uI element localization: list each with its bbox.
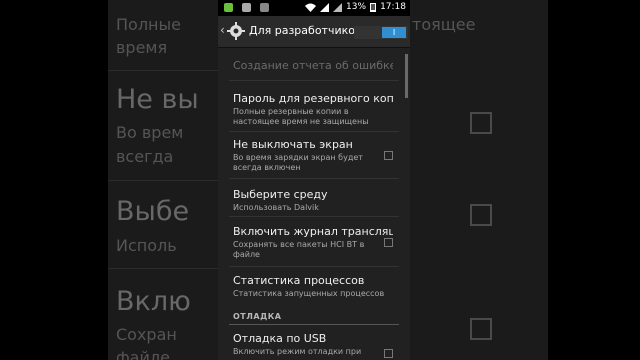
divider: [229, 80, 399, 81]
bg-divider: [108, 180, 218, 181]
backup-password-item[interactable]: Пароль для резервного копирования Полные…: [233, 92, 393, 127]
developer-options-toggle[interactable]: I: [354, 26, 408, 39]
item-title: Отладка по USB: [233, 332, 327, 345]
clock: 17:18: [380, 2, 406, 12]
bg-text: Не вы: [116, 84, 199, 115]
item-title: Включить журнал трансляции: [233, 225, 393, 238]
divider: [229, 131, 399, 132]
action-bar: ‹ Для разработчиков I: [218, 16, 410, 48]
bg-text: Исполь: [116, 236, 177, 255]
divider: [229, 266, 399, 267]
gear-icon[interactable]: [227, 22, 245, 40]
hci-log-checkbox[interactable]: [384, 238, 393, 247]
signal-icon-2: [333, 2, 343, 12]
stay-awake-item[interactable]: Не выключать экран Во время зарядки экра…: [233, 138, 393, 173]
bg-text: тоящее: [412, 15, 476, 34]
bg-text: Выбе: [116, 196, 190, 227]
hci-log-item[interactable]: Включить журнал трансляции Сохранять все…: [233, 225, 393, 260]
section-divider: [229, 324, 399, 325]
bg-text: Сохран: [116, 325, 177, 344]
item-subtitle: Использовать Dalvik: [233, 203, 319, 212]
usb-debugging-checkbox[interactable]: [384, 349, 393, 358]
process-stats-item[interactable]: Статистика процессов Статистика запущенн…: [233, 274, 393, 299]
bg-checkbox: [470, 112, 492, 134]
app-notification-icon: [224, 3, 233, 12]
divider: [229, 178, 399, 179]
runtime-item[interactable]: Выберите среду Использовать Dalvik: [233, 188, 393, 213]
bg-text: время: [116, 38, 168, 57]
bg-checkbox: [470, 204, 492, 226]
divider: [229, 216, 399, 217]
signal-icon: [320, 2, 330, 12]
item-subtitle: Во время зарядки экран будет всегда вклю…: [233, 153, 363, 172]
background-left-panel: Полные время Не вы Во врем всегда Выбе И…: [108, 0, 218, 360]
android-icon: [242, 3, 251, 12]
bg-text: всегда: [116, 147, 174, 166]
item-subtitle: Статистика запущенных процессов: [233, 289, 385, 298]
scrollbar[interactable]: [405, 54, 408, 98]
wifi-icon: [305, 3, 317, 12]
background-right-panel: тоящее: [410, 0, 548, 360]
item-title: Не выключать экран: [233, 138, 353, 151]
item-title: Создание отчета об ошибке: [233, 59, 393, 72]
bg-checkbox: [470, 318, 492, 340]
stay-awake-checkbox[interactable]: [384, 151, 393, 160]
item-subtitle: Полные резервные копии в настоящее время…: [233, 107, 369, 126]
bg-text: Вклю: [116, 286, 191, 317]
page-title: Для разработчиков: [249, 24, 354, 37]
bg-divider: [108, 268, 218, 269]
item-title: Статистика процессов: [233, 274, 365, 287]
bg-text: файле: [116, 348, 170, 360]
battery-icon: [370, 3, 377, 12]
bg-text: Полные: [116, 15, 181, 34]
download-icon: [260, 3, 269, 12]
bg-divider: [108, 70, 218, 71]
bg-text: Во врем: [116, 123, 184, 142]
usb-debugging-item[interactable]: Отладка по USB Включить режим отладки пр…: [233, 332, 393, 357]
item-title: Пароль для резервного копирования: [233, 92, 393, 105]
item-subtitle: Сохранять все пакеты HCI BT в файле: [233, 240, 365, 259]
item-title: Выберите среду: [233, 188, 328, 201]
battery-percent: 13%: [346, 2, 367, 12]
section-header-debugging: ОТЛАДКА: [233, 312, 282, 321]
toggle-on-label: I: [382, 27, 406, 38]
back-chevron-icon[interactable]: ‹: [220, 23, 225, 37]
status-bar: 13% 17:18: [218, 0, 410, 16]
item-subtitle: Включить режим отладки при: [233, 347, 362, 356]
bug-report-item: Создание отчета об ошибке: [233, 59, 393, 72]
phone-screen: 13% 17:18 ‹ Для разработчиков I Создание…: [218, 0, 410, 360]
